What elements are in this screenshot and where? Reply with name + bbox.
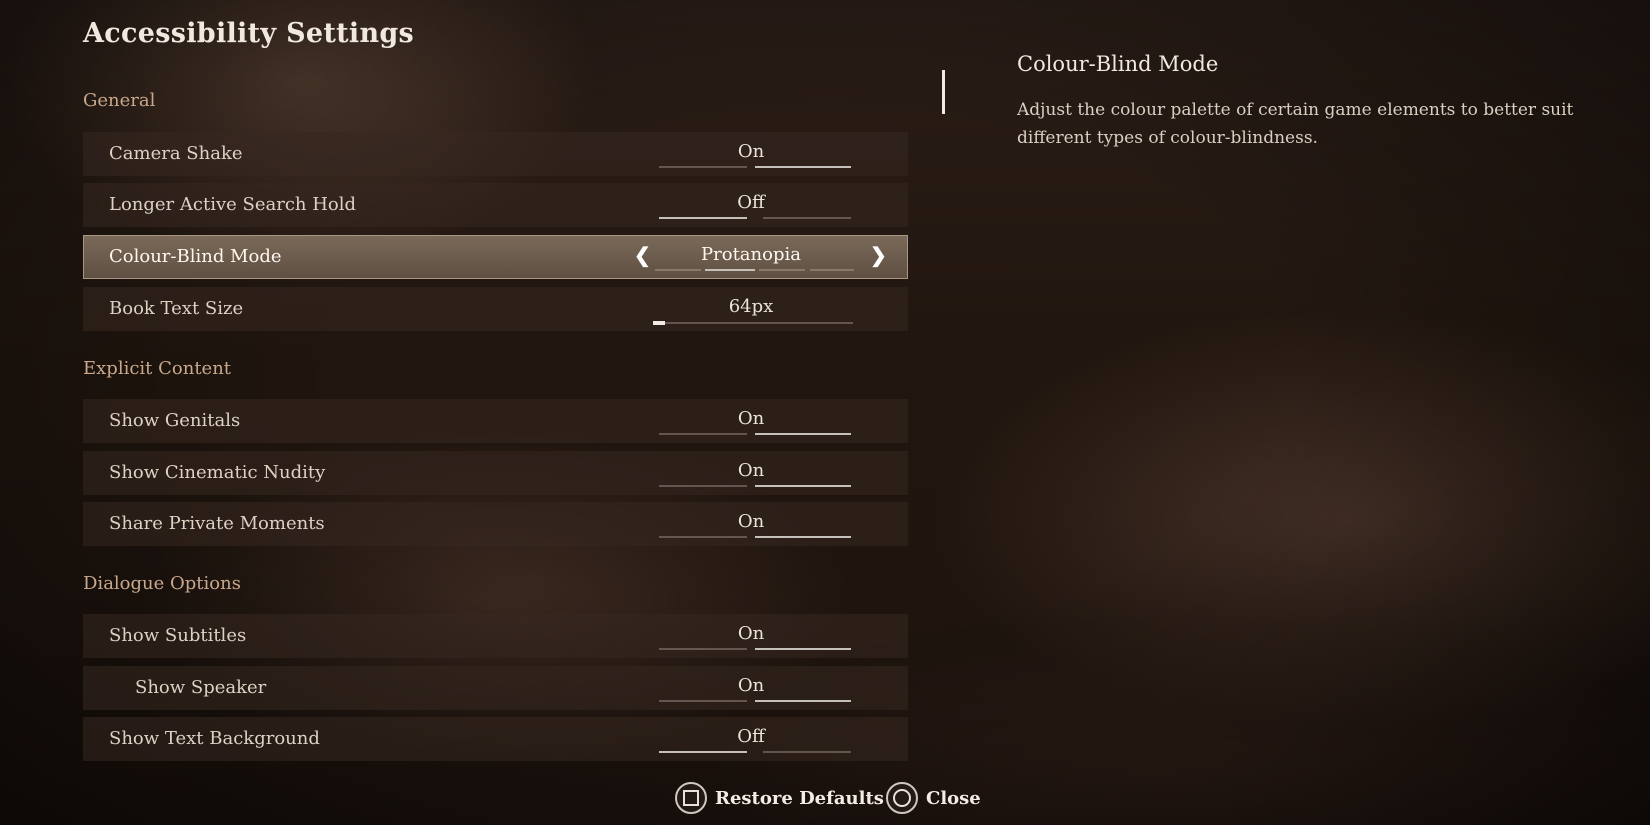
option-segment xyxy=(655,269,701,271)
toggle-on-segment xyxy=(755,433,851,435)
toggle-on-segment xyxy=(755,536,851,538)
toggle-off-segment xyxy=(659,536,747,538)
chevron-left-icon[interactable]: ❮ xyxy=(634,243,651,267)
option-segment xyxy=(810,269,854,271)
square-button-icon xyxy=(675,782,707,814)
toggle-on-segment xyxy=(763,751,851,753)
section-dialogue-options: Dialogue Options xyxy=(83,573,241,594)
row-label: Show Genitals xyxy=(109,410,241,431)
restore-defaults-label: Restore Defaults xyxy=(715,787,884,809)
row-book-text-size[interactable]: Book Text Size 64px xyxy=(83,287,908,331)
toggle-off-segment xyxy=(659,433,747,435)
toggle-value: On xyxy=(737,141,765,162)
restore-defaults-button[interactable]: Restore Defaults xyxy=(675,780,884,816)
row-show-cinematic-nudity[interactable]: Show Cinematic Nudity On xyxy=(83,451,908,495)
circle-button-icon xyxy=(886,782,918,814)
section-general: General xyxy=(83,90,156,111)
row-show-subtitles[interactable]: Show Subtitles On xyxy=(83,614,908,658)
page-title: Accessibility Settings xyxy=(83,18,415,49)
toggle-value: On xyxy=(737,623,765,644)
close-label: Close xyxy=(926,787,981,809)
row-label: Show Speaker xyxy=(135,677,267,698)
slider-track[interactable] xyxy=(653,322,853,324)
toggle-on-segment xyxy=(755,485,851,487)
toggle-on-segment xyxy=(755,700,851,702)
row-label: Camera Shake xyxy=(109,143,243,164)
row-label: Colour-Blind Mode xyxy=(109,246,282,267)
slider-value: 64px xyxy=(728,296,774,317)
toggle-off-segment xyxy=(659,700,747,702)
row-show-genitals[interactable]: Show Genitals On xyxy=(83,399,908,443)
toggle-off-segment xyxy=(659,485,747,487)
description-title: Colour-Blind Mode xyxy=(1017,52,1219,76)
row-label: Show Subtitles xyxy=(109,625,247,646)
toggle-on-segment xyxy=(763,217,851,219)
toggle-value: On xyxy=(737,511,765,532)
row-label: Longer Active Search Hold xyxy=(109,194,357,215)
selector-value: Protanopia xyxy=(701,244,801,265)
section-explicit-content: Explicit Content xyxy=(83,358,232,379)
option-segment-active xyxy=(705,269,755,271)
row-label: Book Text Size xyxy=(109,298,244,319)
toggle-value: On xyxy=(737,675,765,696)
row-label: Share Private Moments xyxy=(109,513,325,534)
row-longer-active-search-hold[interactable]: Longer Active Search Hold Off xyxy=(83,183,908,227)
description-text: Adjust the colour palette of certain gam… xyxy=(1017,100,1574,148)
row-show-speaker[interactable]: Show Speaker On xyxy=(83,666,908,710)
toggle-on-segment xyxy=(755,648,851,650)
toggle-on-segment xyxy=(755,166,851,168)
toggle-off-segment xyxy=(659,217,747,219)
toggle-off-segment xyxy=(659,166,747,168)
row-camera-shake[interactable]: Camera Shake On xyxy=(83,132,908,176)
close-button[interactable]: Close xyxy=(886,780,981,816)
row-label: Show Cinematic Nudity xyxy=(109,462,326,483)
row-label: Show Text Background xyxy=(109,728,320,749)
slider-fill xyxy=(653,321,665,325)
description-marker xyxy=(942,70,945,114)
option-segment xyxy=(759,269,805,271)
toggle-value: On xyxy=(737,408,765,429)
row-colour-blind-mode[interactable]: Colour-Blind Mode ❮ Protanopia ❯ xyxy=(83,235,908,279)
chevron-right-icon[interactable]: ❯ xyxy=(870,243,887,267)
toggle-off-segment xyxy=(659,648,747,650)
toggle-value: Off xyxy=(737,726,765,747)
row-show-text-background[interactable]: Show Text Background Off xyxy=(83,717,908,761)
toggle-value: Off xyxy=(737,192,765,213)
toggle-off-segment xyxy=(659,751,747,753)
row-share-private-moments[interactable]: Share Private Moments On xyxy=(83,502,908,546)
toggle-value: On xyxy=(737,460,765,481)
